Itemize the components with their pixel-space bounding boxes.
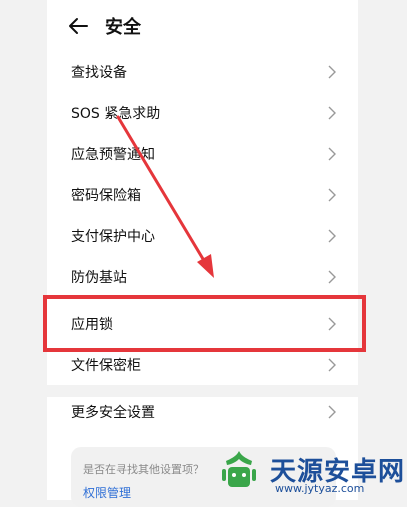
watermark-url: www.jytyaz.com (275, 482, 365, 495)
annotation-arrow (116, 115, 214, 278)
watermark-logo-icon (222, 451, 256, 487)
